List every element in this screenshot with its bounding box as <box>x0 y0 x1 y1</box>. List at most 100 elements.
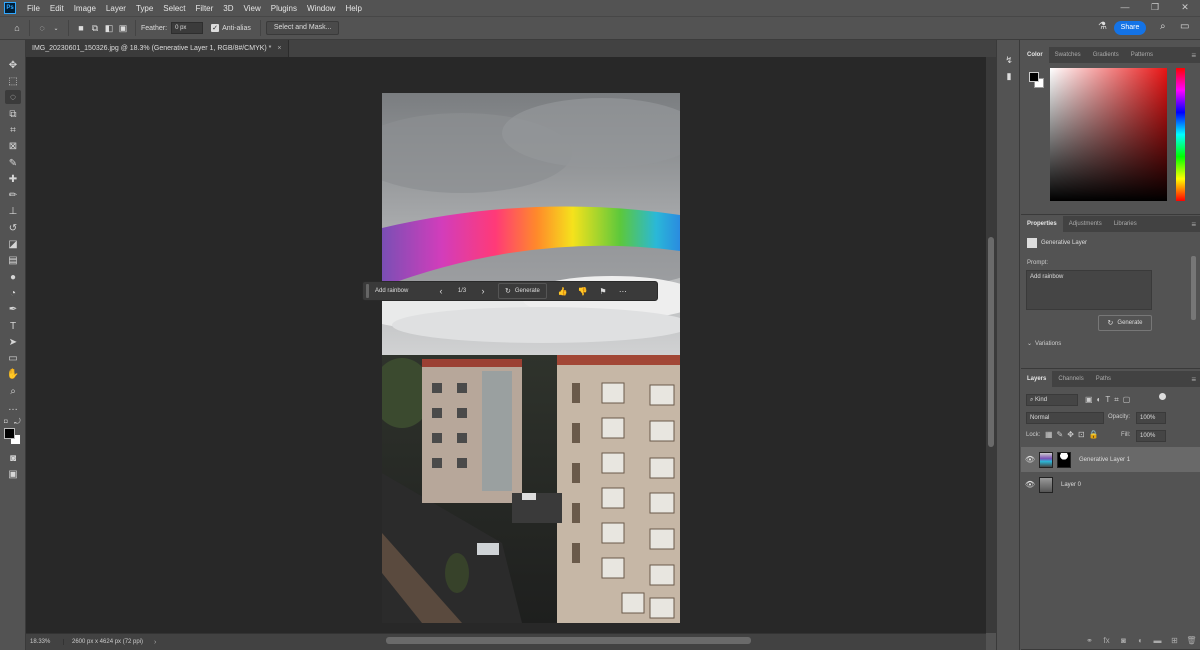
more-options-icon[interactable]: ⋯ <box>613 287 633 296</box>
comments-icon[interactable]: ▮ <box>1003 71 1015 83</box>
layer-mask-thumbnail[interactable] <box>1057 451 1071 468</box>
horizontal-scrollbar[interactable] <box>386 637 751 644</box>
object-selection-tool-icon[interactable]: ⧉ <box>5 107 21 121</box>
close-tab-icon[interactable]: × <box>277 45 281 52</box>
lasso-tool-preset-icon[interactable]: ◌ <box>35 21 49 35</box>
intersect-selection-icon[interactable]: ▣ <box>116 21 130 35</box>
panel-menu-icon[interactable]: ≡ <box>1191 375 1196 384</box>
hue-slider[interactable] <box>1176 68 1185 201</box>
adjustment-layer-icon[interactable]: ◐ <box>1132 636 1149 645</box>
layer-filter-icons[interactable]: ▣◐T⌗▢ <box>1085 395 1134 405</box>
clone-stamp-tool-icon[interactable]: ⊥ <box>5 204 21 218</box>
gradient-tool-icon[interactable]: ▤ <box>5 253 21 267</box>
layer-filter-select[interactable]: ⌕ Kind <box>1026 394 1078 406</box>
menu-type[interactable]: Type <box>131 4 158 13</box>
zoom-level[interactable]: 18.33% <box>26 639 64 645</box>
home-icon[interactable]: ⌂ <box>10 21 24 35</box>
menu-file[interactable]: File <box>22 4 45 13</box>
drag-handle[interactable] <box>366 284 369 298</box>
tab-paths[interactable]: Paths <box>1090 371 1117 387</box>
vertical-scrollbar[interactable] <box>986 57 996 633</box>
path-selection-tool-icon[interactable]: ➤ <box>5 335 21 349</box>
fx-icon[interactable]: fx <box>1098 636 1115 645</box>
status-menu-icon[interactable]: › <box>154 639 156 646</box>
subtract-selection-icon[interactable]: ◧ <box>102 21 116 35</box>
restore-icon[interactable]: ❐ <box>1140 0 1170 16</box>
document-tab[interactable]: IMG_20230601_150326.jpg @ 18.3% (Generat… <box>26 40 289 57</box>
frame-tool-icon[interactable]: ⊠ <box>5 139 21 153</box>
eyedropper-tool-icon[interactable]: ✎ <box>5 156 21 170</box>
close-window-icon[interactable]: ✕ <box>1170 0 1200 16</box>
pen-tool-icon[interactable]: ✒ <box>5 302 21 316</box>
generate-button[interactable]: ↻ Generate <box>498 283 547 299</box>
new-layer-icon[interactable]: ⊞ <box>1166 636 1183 645</box>
feather-input[interactable]: 0 px <box>171 22 204 34</box>
previous-variation-icon[interactable]: ‹ <box>432 286 450 296</box>
history-brush-tool-icon[interactable]: ↺ <box>5 221 21 235</box>
history-icon[interactable]: ↯ <box>1003 55 1015 67</box>
anti-alias-checkbox[interactable]: ✓ <box>211 24 220 32</box>
document-image[interactable] <box>382 93 680 623</box>
opacity-input[interactable]: 100% <box>1136 412 1166 424</box>
tab-gradients[interactable]: Gradients <box>1087 47 1125 63</box>
hand-tool-icon[interactable]: ✋ <box>5 367 21 381</box>
minimize-icon[interactable]: — <box>1110 0 1140 16</box>
delete-layer-icon[interactable]: 🗑 <box>1183 636 1200 645</box>
layer-row[interactable]: 👁 Generative Layer 1 <box>1021 447 1200 472</box>
menu-edit[interactable]: Edit <box>45 4 69 13</box>
prompt-textarea[interactable]: Add rainbow <box>1026 270 1152 310</box>
filter-toggle-icon[interactable] <box>1159 393 1166 400</box>
eye-icon[interactable]: 👁 <box>1021 455 1039 464</box>
quick-mask-icon[interactable]: ◙ <box>5 451 21 465</box>
tab-adjustments[interactable]: Adjustments <box>1063 216 1108 232</box>
menu-window[interactable]: Window <box>302 4 340 13</box>
more-tools-icon[interactable]: … <box>5 400 21 414</box>
tab-layers[interactable]: Layers <box>1021 371 1053 387</box>
tab-libraries[interactable]: Libraries <box>1108 216 1143 232</box>
rectangle-tool-icon[interactable]: ▭ <box>5 351 21 365</box>
thumbs-down-icon[interactable]: 👎 <box>573 287 593 296</box>
new-group-icon[interactable]: ▬ <box>1149 636 1166 645</box>
menu-3d[interactable]: 3D <box>218 4 238 13</box>
menu-view[interactable]: View <box>239 4 266 13</box>
tab-color[interactable]: Color <box>1021 47 1049 63</box>
default-colors-icon[interactable]: ◘ <box>4 419 12 427</box>
menu-select[interactable]: Select <box>158 4 190 13</box>
share-button[interactable]: Share <box>1114 21 1146 35</box>
flag-icon[interactable]: ⚑ <box>593 287 613 296</box>
type-tool-icon[interactable]: T <box>5 319 21 333</box>
add-selection-icon[interactable]: ⧉ <box>88 21 102 35</box>
chevron-down-icon[interactable]: ⌄ <box>49 21 63 35</box>
lasso-tool-icon[interactable]: ◌ <box>5 90 21 104</box>
crop-tool-icon[interactable]: ⌗ <box>5 123 21 137</box>
swap-colors-icon[interactable]: ⤾ <box>14 417 21 427</box>
foreground-color-swatch[interactable] <box>1029 72 1039 82</box>
move-tool-icon[interactable]: ✥ <box>5 58 21 72</box>
lock-icons[interactable]: ▦✎✥⊡🔒 <box>1045 430 1103 439</box>
tab-properties[interactable]: Properties <box>1021 216 1063 232</box>
prompt-field[interactable]: Add rainbow <box>372 288 432 294</box>
next-variation-icon[interactable]: › <box>474 286 492 296</box>
dodge-tool-icon[interactable]: ◔ <box>5 286 21 300</box>
menu-help[interactable]: Help <box>340 4 366 13</box>
foreground-color-swatch[interactable] <box>4 428 15 439</box>
tab-patterns[interactable]: Patterns <box>1125 47 1159 63</box>
eye-icon[interactable]: 👁 <box>1021 480 1039 489</box>
eraser-tool-icon[interactable]: ◪ <box>5 237 21 251</box>
search-icon[interactable]: ⌕ <box>1160 21 1166 32</box>
tab-swatches[interactable]: Swatches <box>1049 47 1087 63</box>
marquee-tool-icon[interactable]: ⬚ <box>5 74 21 88</box>
blend-mode-select[interactable]: Normal <box>1026 412 1104 424</box>
scrollbar-thumb[interactable] <box>988 237 994 447</box>
new-selection-icon[interactable]: ■ <box>74 21 88 35</box>
zoom-tool-icon[interactable]: ⌕ <box>5 384 21 398</box>
screen-mode-icon[interactable]: ▣ <box>5 467 21 481</box>
blur-tool-icon[interactable]: ● <box>5 270 21 284</box>
layer-row[interactable]: 👁 Layer 0 <box>1021 472 1200 497</box>
menu-image[interactable]: Image <box>69 4 101 13</box>
panel-menu-icon[interactable]: ≡ <box>1191 220 1196 229</box>
healing-brush-tool-icon[interactable]: ✚ <box>5 172 21 186</box>
properties-generate-button[interactable]: ↻ Generate <box>1098 315 1152 331</box>
flask-icon[interactable]: ⚗ <box>1098 21 1107 32</box>
add-mask-icon[interactable]: ◙ <box>1115 636 1132 645</box>
